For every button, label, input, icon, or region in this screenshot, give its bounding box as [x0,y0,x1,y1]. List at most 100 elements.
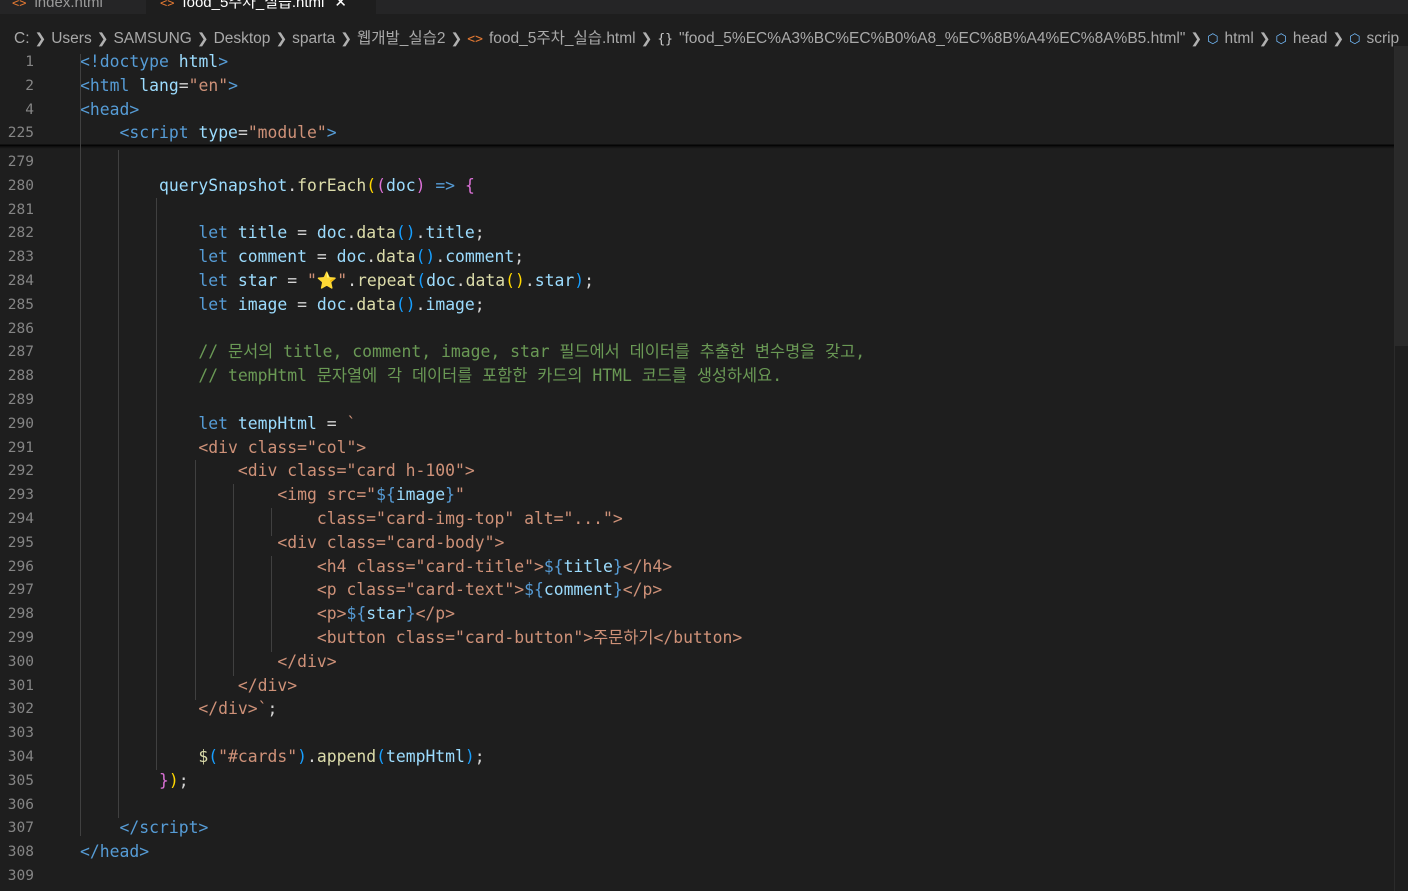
code-line[interactable]: 2 <html lang="en"> [0,74,1395,98]
code-token: ( [208,747,219,766]
breadcrumb-item[interactable]: food_5주차_실습.html [489,30,636,47]
code-line[interactable]: 280 querySnapshot.forEach((doc) => { [0,174,1395,198]
line-number: 283 [7,249,34,266]
code-line[interactable]: 281 [0,198,1395,222]
code-token: . [307,747,317,766]
code-line[interactable]: 288 // tempHtml 문자열에 각 데이터를 포함한 카드의 HTML… [0,364,1395,388]
code-token: "en" [188,75,229,95]
code-token: <button class="card-button">주문하기</button… [316,628,743,647]
code-token: () [395,294,416,314]
code-token: () [415,247,436,267]
code-token: doc [316,223,347,243]
sticky-scroll-shadow [0,145,1395,149]
code-line[interactable]: 283 let comment = doc.data().comment; [0,245,1395,269]
code-line[interactable]: 1 <!doctype html> [0,50,1395,74]
breadcrumb-item[interactable]: Users [51,30,91,47]
code-token: = [237,123,248,143]
code-line[interactable]: 289 [0,388,1395,412]
code-token: " [455,485,465,505]
breadcrumb-item[interactable]: html [1224,30,1253,47]
code-line[interactable]: 304 $("#cards").append(tempHtml); [0,745,1395,769]
code-line[interactable]: 4 <head> [0,98,1395,122]
breadcrumb-item[interactable]: head [1293,30,1327,47]
code-line[interactable]: 306 [0,793,1395,817]
code-line[interactable]: 300 </div> [0,650,1395,674]
code-token: > [228,75,238,95]
code-line[interactable]: 290 let tempHtml = ` [0,412,1395,436]
code-text: <div class="card h-100"> [80,459,475,483]
close-icon[interactable]: ✕ [334,0,347,11]
vertical-scrollbar[interactable] [1394,46,1408,891]
code-token: </p> [622,580,663,600]
code-line[interactable]: 287 // 문서의 title, comment, image, star 필… [0,340,1395,364]
code-token: </p> [415,604,456,624]
code-line[interactable]: 284 let star = "⭐".repeat(doc.data().sta… [0,269,1395,293]
code-token: = [316,413,347,433]
code-line[interactable]: 285 let image = doc.data().image; [0,293,1395,317]
code-line[interactable]: 225 <script type="module"> [0,121,1395,145]
scrollbar-thumb[interactable] [1395,46,1408,346]
breadcrumb-item[interactable]: "food_5%EC%A3%BC%EC%B0%A8_%EC%8B%A4%EC%8… [679,30,1185,47]
code-line[interactable]: 303 [0,721,1395,745]
code-line[interactable]: 308 </head> [0,840,1395,864]
code-token: = [178,75,189,95]
code-token: data [465,271,506,290]
code-line[interactable]: 299 <button class="card-button">주문하기</bu… [0,626,1395,650]
code-text: let comment = doc.data().comment; [80,245,524,269]
tab-food-html[interactable]: <> food_5주차_실습.html ✕ [146,0,376,14]
code-line[interactable]: 291 <div class="col"> [0,436,1395,460]
line-number: 4 [25,101,34,118]
code-line[interactable]: 302 </div>`; [0,697,1395,721]
code-line[interactable]: 307 </script> [0,816,1395,840]
code-token: ) [464,747,475,766]
code-line[interactable]: 305 }); [0,769,1395,793]
code-line[interactable]: 292 <div class="card h-100"> [0,459,1395,483]
breadcrumb-item[interactable]: Desktop [214,30,271,47]
breadcrumb-item[interactable]: SAMSUNG [113,30,191,47]
code-line[interactable]: 301 </div> [0,674,1395,698]
code-line[interactable]: 295 <div class="card-body"> [0,531,1395,555]
code-token: . [366,247,377,267]
code-token: // 문서의 title, comment, image, star 필드에서 … [198,342,866,362]
code-token: doctype [99,52,169,71]
chevron-right-icon: ❯ [1332,30,1345,46]
breadcrumb-item[interactable]: scrip [1366,30,1399,47]
line-number: 285 [7,296,34,313]
code-line[interactable]: 286 [0,317,1395,341]
code-token: comment [543,580,613,600]
code-line[interactable]: 294 class="card-img-top" alt="..."> [0,507,1395,531]
line-number: 298 [7,606,34,623]
code-line[interactable]: 309 [0,864,1395,888]
code-token: . [287,175,298,195]
code-line[interactable]: 297 <p class="card-text">${comment}</p> [0,578,1395,602]
code-token: "⭐" [307,271,348,290]
code-token: comment [237,247,307,267]
code-line[interactable]: 293 <img src="${image}" [0,483,1395,507]
breadcrumb-item[interactable]: sparta [292,30,335,47]
code-token: > [218,52,229,71]
breadcrumb-item[interactable]: 웹개발_실습2 [357,30,446,47]
code-token: } [612,580,623,600]
code-token: ; [584,271,594,290]
indent-guide [271,556,272,652]
code-token: ( [376,175,386,195]
tab-index-html[interactable]: <> index.html [12,0,103,14]
code-line[interactable]: 282 let title = doc.data().title; [0,221,1395,245]
code-line[interactable]: 279 [0,150,1395,174]
code-text: <div class="col"> [80,436,366,460]
code-text: </script> [80,816,208,840]
line-number: 225 [7,125,34,142]
code-line[interactable]: 296 <h4 class="card-title">${title}</h4> [0,555,1395,579]
breadcrumb-item[interactable]: C: [14,30,30,47]
code-token: } [612,556,623,576]
code-token: () [505,271,525,290]
code-token: <h4 class="card-title"> [316,556,544,576]
code-line[interactable]: 298 <p>${star}</p> [0,602,1395,626]
code-token: ; [474,747,485,766]
